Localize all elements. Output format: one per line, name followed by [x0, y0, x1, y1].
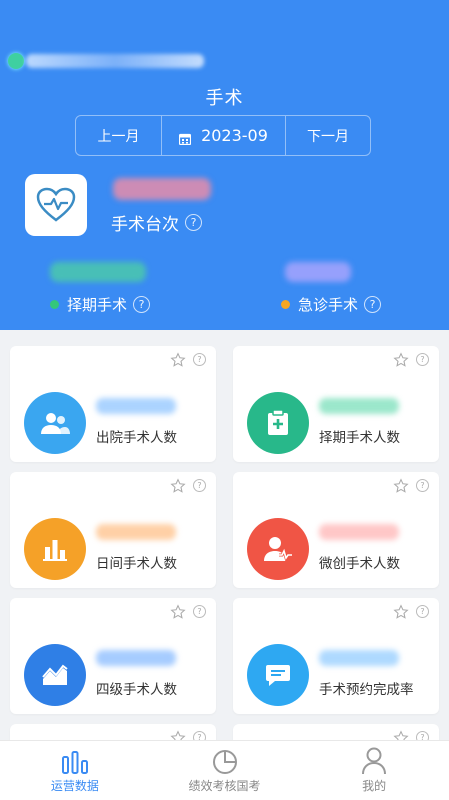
help-icon[interactable]: ? — [133, 296, 151, 313]
metric-label: 四级手术人数 — [96, 682, 177, 698]
user-pulse-icon — [247, 518, 309, 580]
tab-label: 运营数据 — [50, 779, 99, 793]
metric-label: 手术预约完成率 — [319, 682, 414, 698]
metric-card-discharge[interactable]: ? 出院手术人数 — [10, 346, 216, 462]
total-count-redacted — [113, 178, 211, 200]
elective-count-redacted — [50, 262, 146, 282]
line-trend-icon — [24, 644, 86, 706]
emergency-surgery-label: 急诊手术 ? — [281, 294, 382, 315]
metric-label: 出院手术人数 — [96, 430, 177, 446]
metric-card-minimally-invasive[interactable]: ? 微创手术人数 — [233, 472, 439, 588]
tab-mine[interactable]: 我的 — [299, 741, 449, 800]
users-icon — [24, 392, 86, 454]
star-icon[interactable] — [393, 352, 409, 368]
help-icon[interactable]: ? — [193, 731, 206, 740]
next-month-button[interactable]: 下一月 — [286, 116, 370, 155]
star-icon[interactable] — [170, 730, 186, 740]
help-icon[interactable]: ? — [185, 214, 202, 231]
bottom-tab-bar: 运营数据 绩效考核国考 我的 — [0, 740, 449, 800]
total-label-text: 手术台次 — [111, 215, 179, 235]
total-surgery-label: 手术台次 ? — [111, 210, 202, 235]
metric-value-redacted — [96, 398, 176, 414]
help-icon[interactable]: ? — [193, 479, 206, 492]
pie-chart-icon — [212, 750, 237, 774]
emergency-label-text: 急诊手术 — [298, 296, 359, 314]
month-selector: 上一月 2023-09 下一月 — [75, 115, 371, 156]
hospital-name-blur — [26, 54, 204, 68]
star-icon[interactable] — [170, 478, 186, 494]
star-icon[interactable] — [170, 604, 186, 620]
chat-icon — [247, 644, 309, 706]
metric-value-redacted — [96, 650, 176, 666]
metric-card-level-four[interactable]: ? 四级手术人数 — [10, 598, 216, 714]
tab-operations-data[interactable]: 运营数据 — [0, 741, 150, 800]
current-month-picker[interactable]: 2023-09 — [162, 116, 286, 155]
emergency-dot-icon — [281, 300, 290, 309]
bar-chart-icon — [61, 751, 88, 774]
hospital-name-redacted — [8, 50, 208, 72]
current-month-text: 2023-09 — [201, 126, 268, 145]
star-icon[interactable] — [393, 604, 409, 620]
tab-performance-review[interactable]: 绩效考核国考 — [150, 741, 300, 800]
star-icon[interactable] — [170, 352, 186, 368]
metric-card-daytime[interactable]: ? 日间手术人数 — [10, 472, 216, 588]
user-icon — [362, 747, 387, 775]
elective-label-text: 择期手术 — [67, 296, 128, 314]
emergency-count-redacted — [285, 262, 351, 282]
help-icon[interactable]: ? — [193, 353, 206, 366]
clipboard-plus-icon — [247, 392, 309, 454]
help-icon[interactable]: ? — [416, 605, 429, 618]
star-icon[interactable] — [393, 478, 409, 494]
help-icon[interactable]: ? — [416, 479, 429, 492]
help-icon[interactable]: ? — [364, 296, 382, 313]
metric-value-redacted — [319, 398, 399, 414]
heart-pulse-icon — [25, 174, 87, 236]
header-panel: 手术 上一月 2023-09 下一月 手术台次 ? 择期手术 ? 急诊手术 ? — [0, 0, 449, 330]
metric-value-redacted — [96, 524, 176, 540]
prev-month-button[interactable]: 上一月 — [76, 116, 162, 155]
hospital-logo-icon — [8, 53, 24, 69]
help-icon[interactable]: ? — [193, 605, 206, 618]
elective-dot-icon — [50, 300, 59, 309]
page-title: 手术 — [205, 88, 244, 109]
calendar-icon — [178, 130, 192, 145]
bar-chart-icon — [24, 518, 86, 580]
metric-label: 微创手术人数 — [319, 556, 400, 572]
help-icon[interactable]: ? — [416, 731, 429, 740]
help-icon[interactable]: ? — [416, 353, 429, 366]
metric-grid: ? 出院手术人数 ? 择期手术人数 ? 日间手术人数 ? 微创手术人数 ? 四级… — [0, 330, 449, 740]
tab-label: 绩效考核国考 — [188, 779, 261, 793]
elective-surgery-label: 择期手术 ? — [50, 294, 151, 315]
metric-value-redacted — [319, 524, 399, 540]
metric-label: 日间手术人数 — [96, 556, 177, 572]
metric-value-redacted — [319, 650, 399, 666]
metric-card-partial[interactable]: ? — [10, 724, 216, 740]
metric-card-partial[interactable]: ? — [233, 724, 439, 740]
metric-card-appointment-rate[interactable]: ? 手术预约完成率 — [233, 598, 439, 714]
tab-label: 我的 — [362, 779, 387, 793]
star-icon[interactable] — [393, 730, 409, 740]
metric-label: 择期手术人数 — [319, 430, 400, 446]
metric-card-elective[interactable]: ? 择期手术人数 — [233, 346, 439, 462]
